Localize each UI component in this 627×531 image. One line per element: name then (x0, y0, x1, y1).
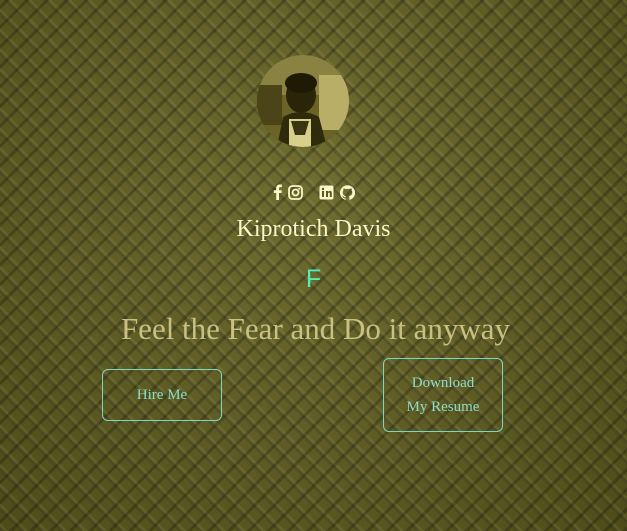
tagline-text: Feel the Fear and Do it anyway (120, 311, 511, 346)
facebook-link[interactable] (273, 183, 282, 201)
linkedin-icon (319, 185, 333, 199)
download-resume-label-line2: My Resume (406, 399, 480, 415)
tagline: Feel the Fear and Do it anyway (0, 311, 627, 347)
profile-name: Kiprotich Davis (236, 216, 391, 242)
profile-photo (257, 55, 349, 147)
download-resume-button[interactable]: Download My Resume (383, 358, 503, 432)
github-icon (339, 184, 355, 200)
profile-avatar (257, 55, 349, 147)
typed-text: F (305, 265, 322, 293)
hire-me-label: Hire Me (136, 387, 188, 403)
github-link[interactable] (339, 183, 355, 201)
linkedin-link[interactable] (319, 183, 334, 201)
social-links (0, 183, 627, 201)
hire-me-button[interactable]: Hire Me (102, 369, 222, 421)
facebook-icon (273, 184, 282, 200)
download-resume-label-line1: Download (411, 375, 475, 391)
instagram-link[interactable] (287, 183, 303, 201)
instagram-icon (287, 184, 303, 200)
